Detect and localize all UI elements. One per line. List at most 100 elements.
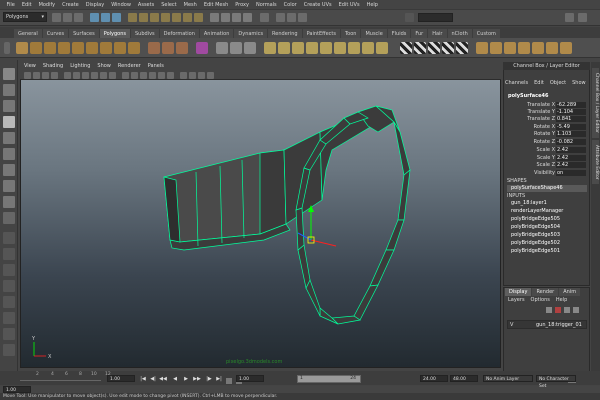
backface-culling-icon[interactable] [207, 72, 214, 79]
offset-edge-icon[interactable] [334, 42, 346, 54]
menu-modify[interactable]: Modify [35, 2, 59, 8]
quadrangulate-icon[interactable] [546, 42, 558, 54]
show-manipulator-icon[interactable] [3, 196, 15, 208]
smooth-shade-icon[interactable] [131, 72, 138, 79]
attr-value[interactable]: on [556, 170, 586, 176]
layout-persp-trax-icon[interactable] [3, 312, 15, 324]
mirror-icon[interactable] [244, 42, 256, 54]
animation-start-field[interactable]: 1.00 [3, 386, 31, 393]
viewport-menu-lighting[interactable]: Lighting [70, 63, 90, 69]
layout-hypershade-icon[interactable] [3, 296, 15, 308]
tab-deformation[interactable]: Deformation [159, 29, 199, 38]
play-forward-icon[interactable]: ▶ [182, 375, 190, 383]
tab-muscle[interactable]: Muscle [361, 29, 387, 38]
poly-plane-icon[interactable] [72, 42, 84, 54]
snap-curve-icon[interactable] [221, 13, 230, 22]
mask-icon[interactable] [194, 13, 203, 22]
render-settings-icon[interactable] [298, 13, 307, 22]
menu-proxy[interactable]: Proxy [232, 2, 253, 8]
tab-rendering[interactable]: Rendering [268, 29, 302, 38]
input-item[interactable]: renderLayerManager [507, 208, 587, 215]
fill-hole-icon[interactable] [560, 42, 572, 54]
tab-fur[interactable]: Fur [411, 29, 428, 38]
step-back-icon[interactable]: ◀| [149, 375, 157, 383]
pistol-trigger-mesh[interactable] [163, 105, 411, 325]
new-layer-from-selection-icon[interactable] [555, 307, 561, 313]
viewport-menu-show[interactable]: Show [97, 63, 111, 69]
menu-select[interactable]: Select [158, 2, 180, 8]
poly-cone-icon[interactable] [58, 42, 70, 54]
menu-display[interactable]: Display [82, 2, 107, 8]
attr-value[interactable]: 2.42 [556, 147, 586, 153]
poly-pipe-icon[interactable] [128, 42, 140, 54]
tab-subdivs[interactable]: Subdivs [131, 29, 159, 38]
layout-persp-outliner-icon[interactable] [3, 264, 15, 276]
attr-value[interactable]: -0.082 [556, 139, 586, 145]
append-icon[interactable] [292, 42, 304, 54]
paint-icon[interactable] [490, 42, 502, 54]
input-item[interactable]: polyBridgeEdge505 [507, 216, 587, 223]
gate-mask-icon[interactable] [91, 72, 98, 79]
side-tab-attribute-editor[interactable]: Attribute Editor [592, 140, 599, 184]
select-object-icon[interactable] [101, 13, 110, 22]
tab-fluids[interactable]: Fluids [387, 29, 411, 38]
layout-persp-graph-icon[interactable] [3, 280, 15, 292]
mask-icon[interactable] [183, 13, 192, 22]
attr-value[interactable]: 2.42 [556, 155, 586, 161]
menu-help[interactable]: Help [363, 2, 381, 8]
lights-icon[interactable] [158, 72, 165, 79]
layer-row[interactable]: V gun_18:trigger_01 [507, 320, 587, 329]
mask-icon[interactable] [128, 13, 137, 22]
poly-cylinder-icon[interactable] [44, 42, 56, 54]
grid-icon[interactable] [64, 72, 71, 79]
attr-value[interactable]: -1.104 [556, 109, 586, 115]
menu-normals[interactable]: Normals [252, 2, 280, 8]
channel-box-menu-channels[interactable]: Channels [505, 80, 528, 86]
tab-display[interactable]: Display [505, 288, 532, 296]
universal-manipulator-icon[interactable] [3, 164, 15, 176]
cleanup-icon[interactable] [518, 42, 530, 54]
smooth-icon[interactable] [216, 42, 228, 54]
extract-icon[interactable] [176, 42, 188, 54]
split-icon[interactable] [306, 42, 318, 54]
move-layer-down-icon[interactable] [573, 307, 579, 313]
play-backward-icon[interactable]: ◀ [171, 375, 179, 383]
last-tool-icon[interactable] [3, 212, 15, 224]
select-tool-icon[interactable] [3, 68, 15, 80]
uv-checker-icon[interactable] [400, 42, 412, 54]
separate-icon[interactable] [162, 42, 174, 54]
bevel-icon[interactable] [348, 42, 360, 54]
new-layer-icon[interactable] [546, 307, 552, 313]
ipr-render-icon[interactable] [287, 13, 296, 22]
safe-action-icon[interactable] [109, 72, 116, 79]
tab-ncloth[interactable]: nCloth [447, 29, 472, 38]
select-component-icon[interactable] [112, 13, 121, 22]
menu-color[interactable]: Color [280, 2, 300, 8]
tab-animation[interactable]: Animation [199, 29, 234, 38]
render-icon[interactable] [276, 13, 285, 22]
attr-value[interactable]: 1.103 [556, 131, 586, 137]
channel-box-toggle-icon[interactable] [565, 13, 574, 22]
character-set-selector[interactable]: No Character Set [536, 375, 576, 389]
viewport-menu-panels[interactable]: Panels [148, 63, 164, 69]
wireframe-on-shaded-icon[interactable] [140, 72, 147, 79]
tab-dynamics[interactable]: Dynamics [234, 29, 268, 38]
poly-prism-icon[interactable] [100, 42, 112, 54]
object-name[interactable]: polySurface46 [508, 93, 548, 99]
mode-selector[interactable]: Polygons ▾ [3, 12, 47, 22]
input-item[interactable]: gun_18:layer1 [507, 200, 587, 207]
menu-create-uvs[interactable]: Create UVs [300, 2, 335, 8]
image-plane-icon[interactable] [51, 72, 58, 79]
save-icon[interactable] [74, 13, 83, 22]
resolution-gate-icon[interactable] [82, 72, 89, 79]
soft-mod-tool-icon[interactable] [3, 180, 15, 192]
snap-plane-icon[interactable] [243, 13, 252, 22]
lasso-tool-icon[interactable] [3, 84, 15, 96]
camera-attributes-icon[interactable] [33, 72, 40, 79]
layer-menu-layers[interactable]: Layers [508, 297, 525, 303]
sculpt-icon[interactable] [476, 42, 488, 54]
anim-layer-selector[interactable]: No Anim Layer [483, 375, 533, 382]
tab-general[interactable]: General [14, 29, 42, 38]
snap-point-icon[interactable] [232, 13, 241, 22]
input-item[interactable]: polyBridgeEdge503 [507, 232, 587, 239]
